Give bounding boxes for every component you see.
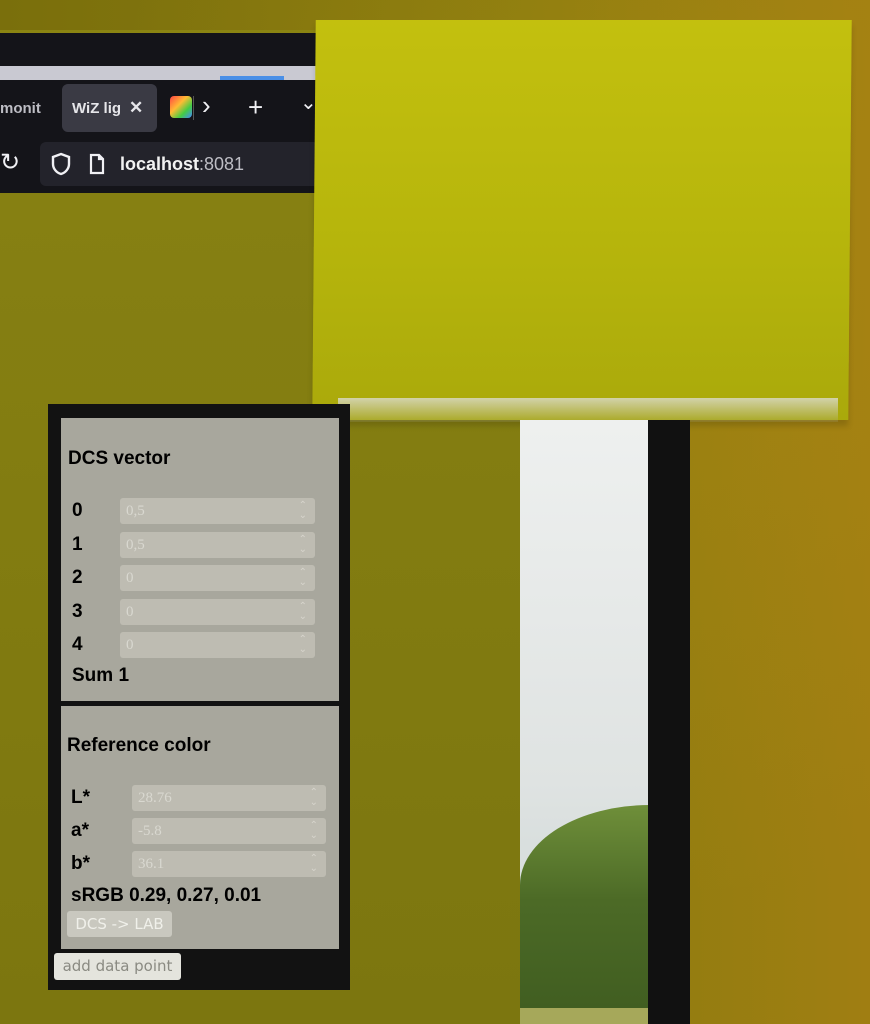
ref-value-a: -5.8 bbox=[138, 823, 162, 839]
url-port: :8081 bbox=[199, 154, 245, 174]
spinner-icon[interactable]: ⌃ ⌄ bbox=[299, 635, 307, 655]
ref-label-a: a* bbox=[71, 820, 89, 841]
tab-wiz-light[interactable]: WiZ lig ✕ bbox=[62, 84, 157, 132]
srgb-readout: sRGB 0.29, 0.27, 0.01 bbox=[71, 885, 262, 906]
sticky-note-edge bbox=[338, 398, 838, 422]
dcs-label-3: 3 bbox=[72, 601, 83, 622]
ref-label-l: L* bbox=[71, 787, 90, 808]
sticky-note bbox=[312, 20, 852, 420]
monitor-bezel bbox=[648, 420, 690, 1024]
url-host: localhost bbox=[120, 154, 200, 174]
ref-input-b[interactable]: 36.1 ⌃ ⌄ bbox=[132, 851, 326, 877]
dcs-to-lab-button[interactable]: DCS -> LAB bbox=[67, 911, 172, 937]
favicon-icon[interactable] bbox=[170, 96, 192, 118]
dcs-label-0: 0 bbox=[72, 500, 83, 521]
spinner-icon[interactable]: ⌃ ⌄ bbox=[310, 854, 318, 874]
dcs-input-1[interactable]: 0,5 ⌃ ⌄ bbox=[120, 532, 315, 558]
add-data-point-button[interactable]: add data point bbox=[54, 953, 181, 980]
dcs-input-3[interactable]: 0 ⌃ ⌄ bbox=[120, 599, 315, 625]
spinner-icon[interactable]: ⌃ ⌄ bbox=[310, 788, 318, 808]
tabs-row: monit WiZ lig ✕ bbox=[0, 84, 320, 132]
dcs-label-4: 4 bbox=[72, 634, 83, 655]
spinner-icon[interactable]: ⌃ ⌄ bbox=[299, 501, 307, 521]
dcs-value-2: 0 bbox=[126, 570, 134, 586]
ref-value-b: 36.1 bbox=[138, 856, 165, 872]
ref-label-b: b* bbox=[71, 853, 90, 874]
dcs-sum: Sum 1 bbox=[72, 665, 130, 686]
dcs-label-1: 1 bbox=[72, 534, 83, 555]
close-icon[interactable]: ✕ bbox=[129, 98, 143, 118]
ref-input-a[interactable]: -5.8 ⌃ ⌄ bbox=[132, 818, 326, 844]
dcs-value-4: 0 bbox=[126, 637, 134, 653]
dcs-title: DCS vector bbox=[68, 448, 171, 469]
dcs-value-1: 0,5 bbox=[126, 537, 145, 553]
spinner-icon[interactable]: ⌃ ⌄ bbox=[299, 535, 307, 555]
dcs-value-3: 0 bbox=[126, 604, 134, 620]
spinner-icon[interactable]: ⌃ ⌄ bbox=[299, 602, 307, 622]
ref-input-l[interactable]: 28.76 ⌃ ⌄ bbox=[132, 785, 326, 811]
tab-label: WiZ lig bbox=[72, 99, 122, 117]
field bbox=[520, 1008, 650, 1024]
dcs-value-0: 0,5 bbox=[126, 503, 145, 519]
new-tab-icon[interactable]: + bbox=[248, 92, 263, 123]
dcs-input-0[interactable]: 0,5 ⌃ ⌄ bbox=[120, 498, 315, 524]
page-icon bbox=[89, 153, 105, 175]
url-text[interactable]: localhost:8081 bbox=[120, 154, 244, 175]
spinner-icon[interactable]: ⌃ ⌄ bbox=[299, 568, 307, 588]
dcs-input-2[interactable]: 0 ⌃ ⌄ bbox=[120, 565, 315, 591]
tab-label: monit bbox=[0, 99, 41, 117]
dcs-input-4[interactable]: 0 ⌃ ⌄ bbox=[120, 632, 315, 658]
dcs-label-2: 2 bbox=[72, 567, 83, 588]
shield-icon[interactable] bbox=[50, 152, 72, 176]
spinner-icon[interactable]: ⌃ ⌄ bbox=[310, 821, 318, 841]
window-view bbox=[520, 420, 650, 1024]
chevron-right-icon[interactable]: › bbox=[202, 90, 211, 121]
tab-monitor[interactable]: monit bbox=[0, 84, 41, 132]
reference-title: Reference color bbox=[67, 735, 211, 756]
ref-value-l: 28.76 bbox=[138, 790, 172, 806]
reload-icon[interactable]: ↻ bbox=[0, 148, 20, 177]
tab-separator bbox=[193, 96, 194, 120]
hill bbox=[520, 805, 650, 1024]
active-tab-indicator bbox=[220, 76, 284, 80]
